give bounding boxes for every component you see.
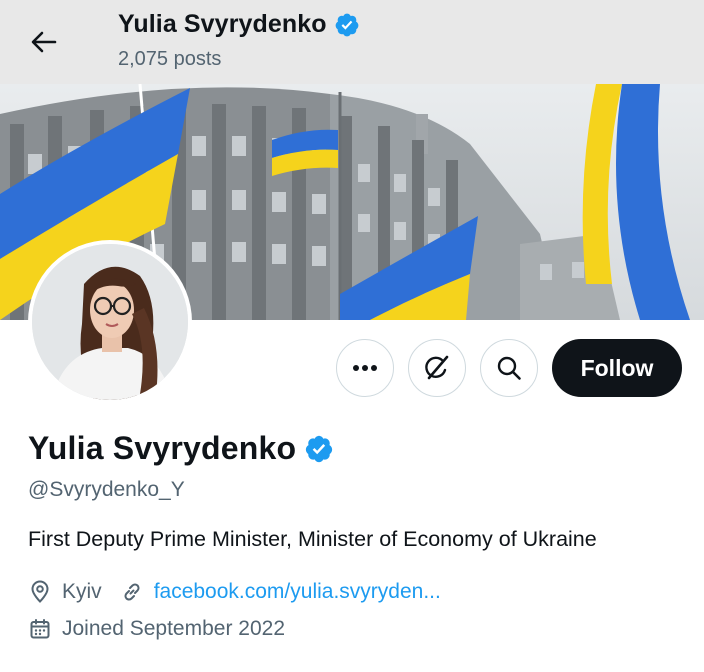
header-post-count: 2,075 posts (118, 48, 222, 70)
avatar-photo (32, 244, 188, 400)
profile-handle: @Svyrydenko_Y (28, 478, 185, 501)
location-item: Kyiv (28, 580, 102, 604)
verified-badge-icon[interactable] (304, 434, 334, 464)
search-button[interactable] (480, 339, 538, 397)
arrow-left-icon (31, 31, 57, 53)
back-button[interactable] (24, 22, 64, 62)
search-icon (497, 356, 521, 380)
header-title-row: Yulia Svyrydenko (118, 10, 360, 39)
joined-text: Joined September 2022 (62, 617, 285, 640)
more-dots-icon (353, 365, 377, 371)
calendar-icon (30, 619, 50, 639)
location-pin-icon (31, 580, 49, 603)
joined-row: Joined September 2022 (28, 617, 285, 641)
top-header: Yulia Svyrydenko 2,075 posts (0, 0, 704, 84)
profile-bio: First Deputy Prime Minister, Minister of… (28, 527, 597, 551)
link-icon (124, 583, 140, 601)
profile-name-row: Yulia Svyrydenko (28, 430, 334, 467)
grok-icon (425, 355, 449, 380)
location-text: Kyiv (62, 580, 102, 603)
verified-badge-icon (335, 13, 359, 36)
profile-avatar[interactable] (28, 240, 192, 404)
website-item[interactable]: facebook.com/yulia.svyryden... (120, 580, 441, 604)
header-name: Yulia Svyrydenko (118, 10, 327, 38)
profile-meta-row: Kyiv facebook.com/yulia.svyryden... (28, 580, 441, 604)
display-name: Yulia Svyrydenko (28, 430, 297, 466)
more-options-button[interactable] (336, 339, 394, 397)
website-link[interactable]: facebook.com/yulia.svyryden... (154, 580, 441, 604)
follow-button[interactable]: Follow (552, 339, 682, 397)
grok-button[interactable] (408, 339, 466, 397)
